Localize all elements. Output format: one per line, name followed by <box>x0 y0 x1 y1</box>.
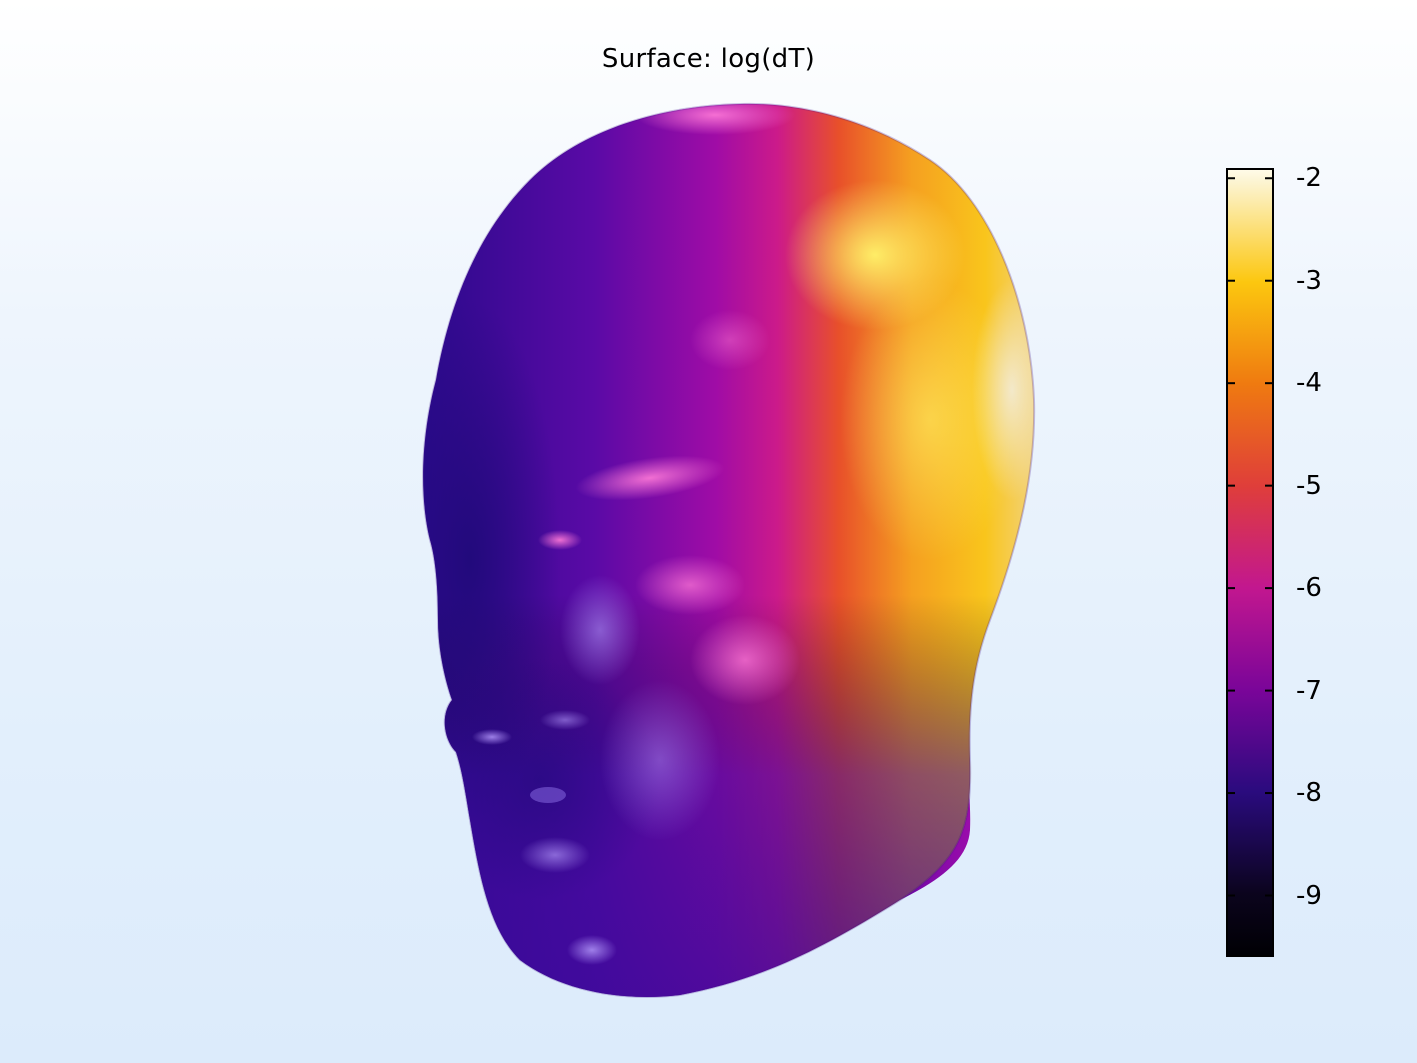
colorbar-tick-label: -2 <box>1296 163 1322 194</box>
colorbar-tick-label: -5 <box>1296 470 1322 501</box>
colorbar-tick-label: -6 <box>1296 573 1322 604</box>
colorbar-tick-label: -7 <box>1296 675 1322 706</box>
colorbar-tick-label: -8 <box>1296 778 1322 809</box>
colorbar-tick-label: -9 <box>1296 880 1322 911</box>
head-surface-render[interactable] <box>0 0 1417 1063</box>
colorbar-tick-label: -3 <box>1296 265 1322 296</box>
colorbar <box>1226 168 1274 957</box>
colorbar-tick-label: -4 <box>1296 368 1322 399</box>
